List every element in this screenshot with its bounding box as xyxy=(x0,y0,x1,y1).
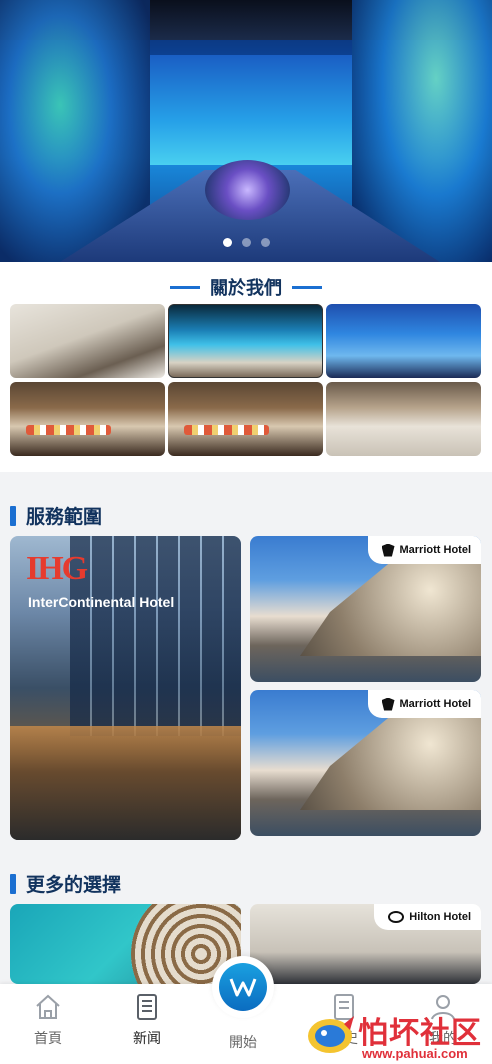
marriott-badge-label: Marriott Hotel xyxy=(399,544,472,556)
gallery-image-ocean-room[interactable] xyxy=(326,304,481,378)
gallery-image-buffet[interactable] xyxy=(168,382,323,456)
carousel-dot[interactable] xyxy=(241,238,251,247)
about-gallery xyxy=(10,304,482,456)
heading-mark xyxy=(10,873,16,894)
news-icon xyxy=(137,994,157,1020)
carousel-dots xyxy=(0,238,492,247)
about-title: 關於我們 xyxy=(210,278,282,298)
hilton-hotel-card[interactable]: Hilton Hotel xyxy=(250,904,481,984)
marriott-logo-icon xyxy=(381,697,395,711)
nav-label: 首頁 xyxy=(34,1030,62,1046)
about-section: 關於我們 xyxy=(0,262,492,472)
more-title: 更多的選擇 xyxy=(26,875,122,896)
marriott-logo-icon xyxy=(381,543,395,557)
marriott-hotel-card[interactable]: Marriott Hotel xyxy=(250,690,481,836)
marriott-hotel-card[interactable]: Marriott Hotel xyxy=(250,536,481,682)
ihg-hotel-name: InterContinental Hotel xyxy=(28,594,175,610)
start-label: 開始 xyxy=(229,1034,257,1050)
heading-bar-left xyxy=(170,285,200,289)
marriott-badge: Marriott Hotel xyxy=(367,536,481,564)
heading-bar-right xyxy=(292,285,322,289)
patio-area xyxy=(10,726,241,840)
ihg-hotel-card[interactable]: IHG InterContinental Hotel xyxy=(10,536,241,840)
hilton-logo-icon xyxy=(388,911,405,923)
hero-banner[interactable] xyxy=(0,0,492,262)
start-icon xyxy=(219,963,267,1011)
hero-centerpiece xyxy=(205,160,290,220)
watermark-url: www.pahuai.com xyxy=(362,1046,468,1061)
gallery-image-dining-hall[interactable] xyxy=(168,304,323,378)
hero-back-wall xyxy=(150,55,352,165)
building-facade xyxy=(70,536,241,736)
carousel-dot[interactable] xyxy=(222,238,232,247)
hilton-badge: Hilton Hotel xyxy=(374,904,481,930)
marriott-badge-label: Marriott Hotel xyxy=(399,698,472,710)
ihg-logo: IHG xyxy=(26,550,88,587)
pool-card[interactable] xyxy=(10,904,241,984)
watermark-fish-icon xyxy=(308,1016,354,1053)
gallery-image-bedroom[interactable] xyxy=(10,304,165,378)
gallery-image-buffet[interactable] xyxy=(10,382,165,456)
home-icon xyxy=(36,994,60,1019)
nav-item-news[interactable]: 新闻 xyxy=(117,992,177,1048)
heading-mark xyxy=(10,505,16,526)
marriott-badge: Marriott Hotel xyxy=(367,690,481,718)
services-heading: 服務範圍 xyxy=(10,502,102,529)
nav-label: 新闻 xyxy=(133,1030,161,1046)
more-heading: 更多的選擇 xyxy=(10,870,121,897)
start-button[interactable] xyxy=(212,956,274,1018)
services-title: 服務範圍 xyxy=(26,507,103,528)
hilton-badge-label: Hilton Hotel xyxy=(409,911,471,923)
carousel-dot[interactable] xyxy=(260,238,270,247)
watermark: 怕坏社区 www.pahuai.com xyxy=(296,1004,492,1064)
about-heading: 關於我們 xyxy=(0,274,492,300)
nav-item-home[interactable]: 首頁 xyxy=(18,992,78,1048)
gallery-image-lobby[interactable] xyxy=(326,382,481,456)
